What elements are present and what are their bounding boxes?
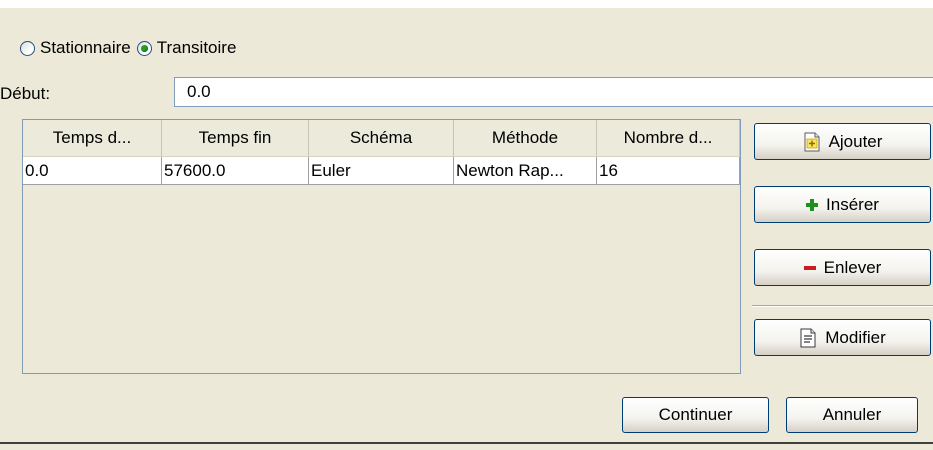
window-bottom-border bbox=[0, 442, 933, 450]
time-steps-table: Temps d... Temps fin Schéma Méthode Nomb… bbox=[22, 119, 741, 374]
radio-stationnaire-circle[interactable] bbox=[20, 40, 35, 56]
minus-icon bbox=[803, 265, 816, 271]
debut-input[interactable] bbox=[174, 77, 933, 107]
button-separator bbox=[752, 305, 933, 307]
modifier-label: Modifier bbox=[825, 327, 886, 347]
column-header-schema[interactable]: Schéma bbox=[309, 120, 454, 156]
ajouter-label: Ajouter bbox=[828, 131, 883, 151]
debut-label: Début: bbox=[0, 84, 51, 103]
column-header-methode[interactable]: Méthode bbox=[454, 120, 597, 156]
table-row[interactable]: 0.0 57600.0 Euler Newton Rap... 16 bbox=[23, 157, 740, 185]
column-header-nombre[interactable]: Nombre d... bbox=[597, 120, 740, 156]
add-document-icon bbox=[803, 132, 821, 152]
radio-transitoire[interactable]: Transitoire bbox=[136, 38, 237, 58]
plus-icon bbox=[806, 198, 819, 211]
radio-stationnaire-label: Stationnaire bbox=[40, 38, 131, 57]
inserer-button[interactable]: Insérer bbox=[754, 186, 931, 223]
table-cell-nombre[interactable]: 16 bbox=[597, 157, 740, 184]
mode-radio-group: Stationnaire Transitoire bbox=[20, 37, 242, 59]
column-header-temps-fin[interactable]: Temps fin bbox=[162, 120, 309, 156]
enlever-button[interactable]: Enlever bbox=[754, 249, 931, 286]
edit-document-icon bbox=[799, 328, 817, 348]
table-cell-methode[interactable]: Newton Rap... bbox=[454, 157, 597, 184]
modifier-button[interactable]: Modifier bbox=[754, 319, 931, 356]
radio-transitoire-circle[interactable] bbox=[136, 40, 152, 56]
radio-selected-dot bbox=[140, 44, 148, 52]
enlever-label: Enlever bbox=[823, 257, 882, 277]
column-header-temps-debut[interactable]: Temps d... bbox=[23, 120, 162, 156]
table-cell-schema[interactable]: Euler bbox=[309, 157, 454, 184]
table-header: Temps d... Temps fin Schéma Méthode Nomb… bbox=[23, 120, 740, 157]
top-strip bbox=[0, 0, 933, 8]
continuer-button[interactable]: Continuer bbox=[622, 397, 769, 433]
annuler-button[interactable]: Annuler bbox=[786, 397, 918, 433]
radio-stationnaire[interactable]: Stationnaire bbox=[20, 38, 131, 58]
ajouter-button[interactable]: Ajouter bbox=[754, 123, 931, 160]
radio-transitoire-label: Transitoire bbox=[156, 38, 237, 57]
table-cell-temps-debut[interactable]: 0.0 bbox=[23, 157, 162, 184]
inserer-label: Insérer bbox=[826, 194, 879, 214]
table-cell-temps-fin[interactable]: 57600.0 bbox=[162, 157, 309, 184]
